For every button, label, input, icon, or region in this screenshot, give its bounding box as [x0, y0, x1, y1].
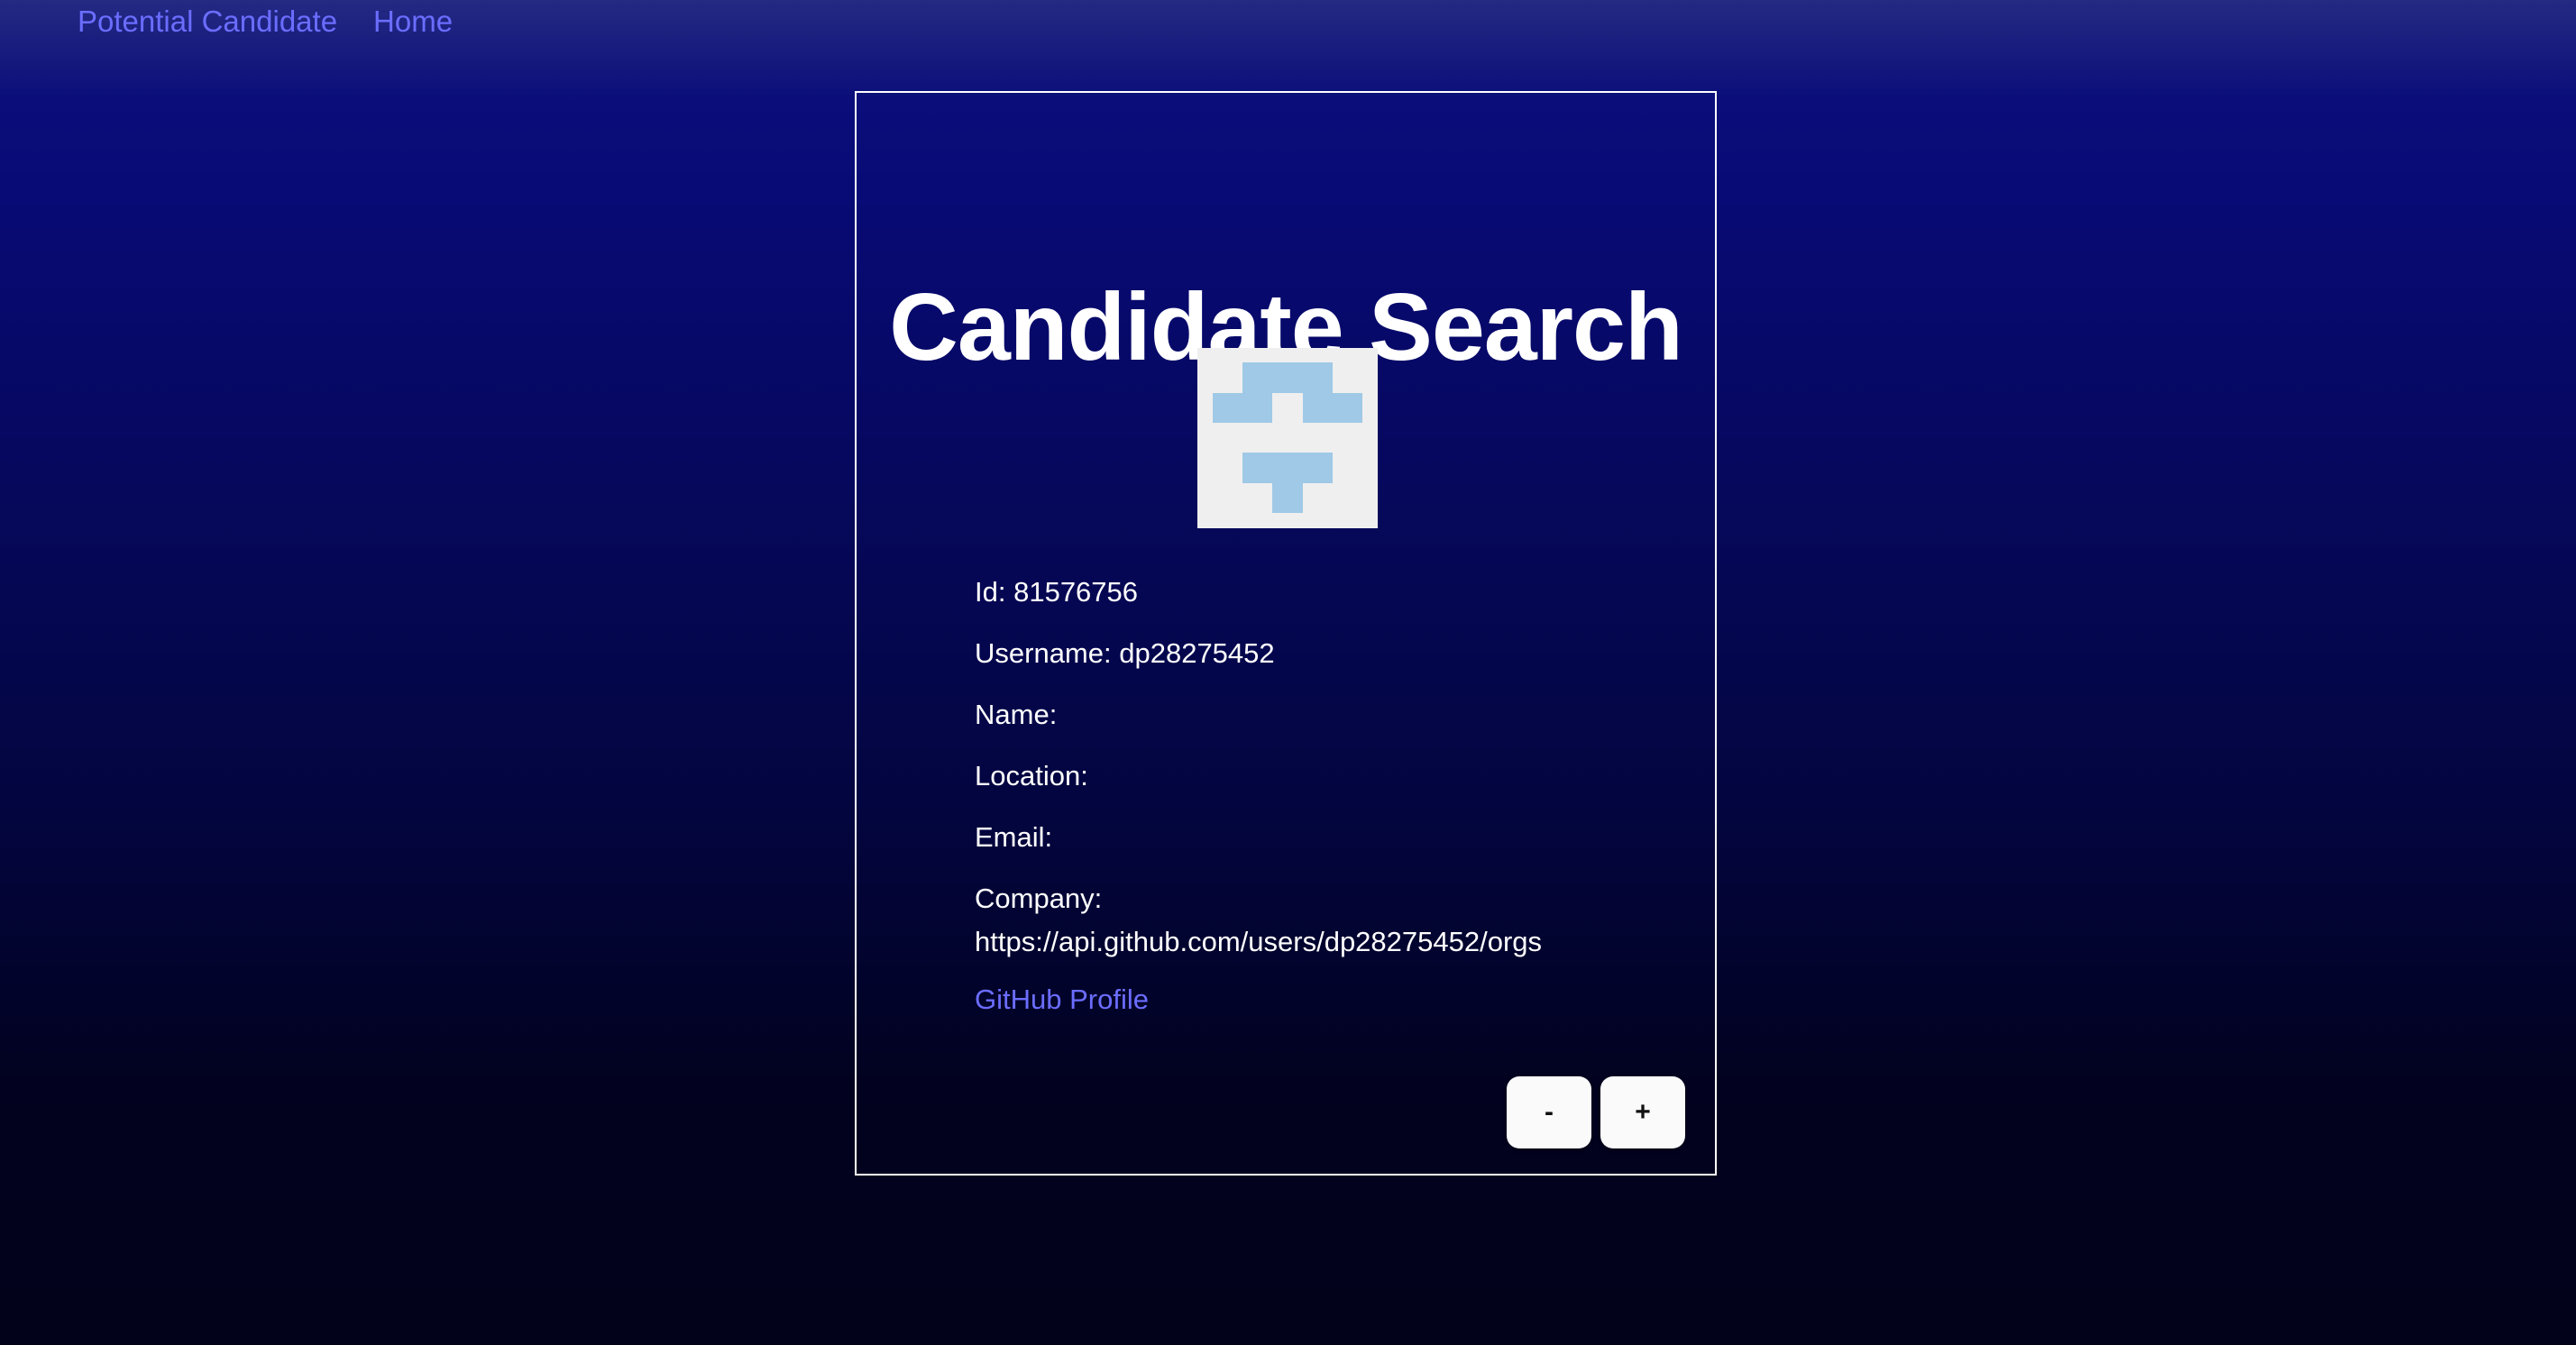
company-label: Company:	[975, 883, 1103, 914]
detail-name: Name:	[975, 693, 1660, 737]
location-label: Location:	[975, 760, 1088, 791]
username-label: Username:	[975, 637, 1112, 669]
top-nav: Potential Candidate Home	[78, 5, 453, 38]
id-value: 81576756	[1013, 576, 1139, 608]
detail-email: Email:	[975, 816, 1660, 859]
candidate-avatar	[1197, 348, 1378, 528]
nav-link-potential-candidate[interactable]: Potential Candidate	[78, 5, 337, 38]
accept-candidate-button[interactable]: +	[1600, 1076, 1685, 1148]
detail-location: Location:	[975, 755, 1660, 798]
detail-company: Company: https://api.github.com/users/dp…	[975, 877, 1660, 964]
action-buttons: - +	[1507, 1076, 1685, 1148]
candidate-card: Candidate Search Id: 81576756 Username: …	[855, 91, 1717, 1176]
email-label: Email:	[975, 821, 1053, 853]
candidate-details: Id: 81576756 Username: dp28275452 Name: …	[975, 571, 1660, 1021]
identicon-avatar-icon	[1197, 348, 1378, 528]
detail-id: Id: 81576756	[975, 571, 1660, 614]
company-value: https://api.github.com/users/dp28275452/…	[975, 926, 1543, 957]
reject-candidate-button[interactable]: -	[1507, 1076, 1591, 1148]
username-value: dp28275452	[1119, 637, 1275, 669]
nav-link-home[interactable]: Home	[373, 5, 453, 38]
detail-username: Username: dp28275452	[975, 632, 1660, 675]
github-profile-link[interactable]: GitHub Profile	[975, 978, 1149, 1021]
name-label: Name:	[975, 699, 1058, 730]
id-label: Id:	[975, 576, 1006, 608]
